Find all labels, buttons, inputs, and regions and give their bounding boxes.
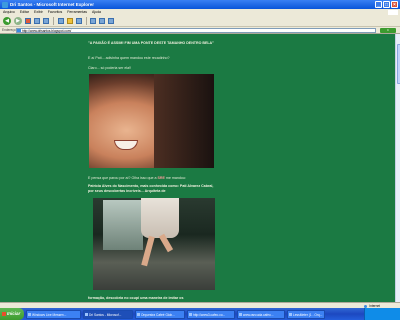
post-heading: "A PAIXÃO É ASSIM! FIM UMA PONTE DESTE T… xyxy=(88,41,214,45)
mail-icon[interactable] xyxy=(90,17,96,24)
title-bar: Dri Santos - Microsoft Internet Explorer… xyxy=(0,0,400,9)
window-controls: _ □ × xyxy=(375,1,398,8)
page-icon xyxy=(17,28,21,33)
favorites-icon[interactable] xyxy=(66,17,73,24)
minimize-button[interactable]: _ xyxy=(375,1,382,8)
address-field[interactable]: http://www.drisantos.blogspot.com/ xyxy=(16,28,376,33)
taskbar-item[interactable]: Windows Live Messen... xyxy=(26,309,81,319)
ie-icon xyxy=(2,1,8,8)
toolbar-separator xyxy=(53,16,54,25)
caption-1-post: me mandou: xyxy=(164,176,186,180)
taskbar: Iniciar Windows Live Messen... Dri Santo… xyxy=(0,308,400,320)
back-arrow-icon[interactable]: ◀ xyxy=(3,16,11,25)
toolbar: ◀ ▶ xyxy=(0,15,400,27)
home-icon[interactable] xyxy=(43,17,49,24)
forward-arrow-icon[interactable]: ▶ xyxy=(14,16,22,25)
search-icon[interactable] xyxy=(57,17,64,24)
edit-icon[interactable] xyxy=(108,17,114,24)
history-icon[interactable] xyxy=(75,17,82,24)
scrollbar-thumb[interactable] xyxy=(396,44,400,84)
close-button[interactable]: × xyxy=(391,1,398,8)
maximize-button[interactable]: □ xyxy=(383,1,390,8)
post-line-1: E aí Pati... adivinha quem mandou este r… xyxy=(88,56,170,60)
taskbar-item[interactable]: Orquestra Cafeé Glob... xyxy=(135,309,185,319)
windows-logo-icon xyxy=(388,9,398,15)
post-line-2: Claro... só poderia ser ela!! xyxy=(88,66,132,70)
address-label: Endereço xyxy=(2,28,16,32)
post-caption-1: E pensa que parou por aí? Olha isso que … xyxy=(88,176,218,181)
post-caption-2: Patrícia Alves do Nascimento, mais conhe… xyxy=(88,184,214,193)
taskbar-item[interactable]: www.rancuda.cafeo... xyxy=(237,309,285,319)
stop-icon[interactable] xyxy=(25,17,31,24)
window-title: Dri Santos - Microsoft Internet Explorer xyxy=(10,2,95,7)
vertical-scrollbar[interactable] xyxy=(395,34,400,302)
print-icon[interactable] xyxy=(99,17,105,24)
post-photo-1 xyxy=(89,74,214,168)
address-bar: Endereço http://www.drisantos.blogspot.c… xyxy=(0,27,400,34)
post-caption-3: formação, descobria no ocupi uma maneira… xyxy=(88,296,184,300)
taskbar-item[interactable]: Dri Santos - Microsof... xyxy=(83,309,133,319)
start-button[interactable]: Iniciar xyxy=(0,308,24,320)
go-button[interactable]: Ir xyxy=(380,28,396,33)
refresh-icon[interactable] xyxy=(34,17,40,24)
toolbar-separator xyxy=(85,16,86,25)
page-content: "A PAIXÃO É ASSIM! FIM UMA PONTE DESTE T… xyxy=(0,34,400,302)
taskbar-item[interactable]: http://www3.cafeo.co... xyxy=(187,309,235,319)
caption-1-name[interactable]: SRE xyxy=(158,176,165,180)
system-tray xyxy=(364,308,400,320)
taskbar-item[interactable]: LessMeter (1 - Orq... xyxy=(287,309,325,319)
post-photo-2 xyxy=(93,198,215,290)
caption-1-pre: E pensa que parou por aí? Olha isso que … xyxy=(88,176,158,180)
